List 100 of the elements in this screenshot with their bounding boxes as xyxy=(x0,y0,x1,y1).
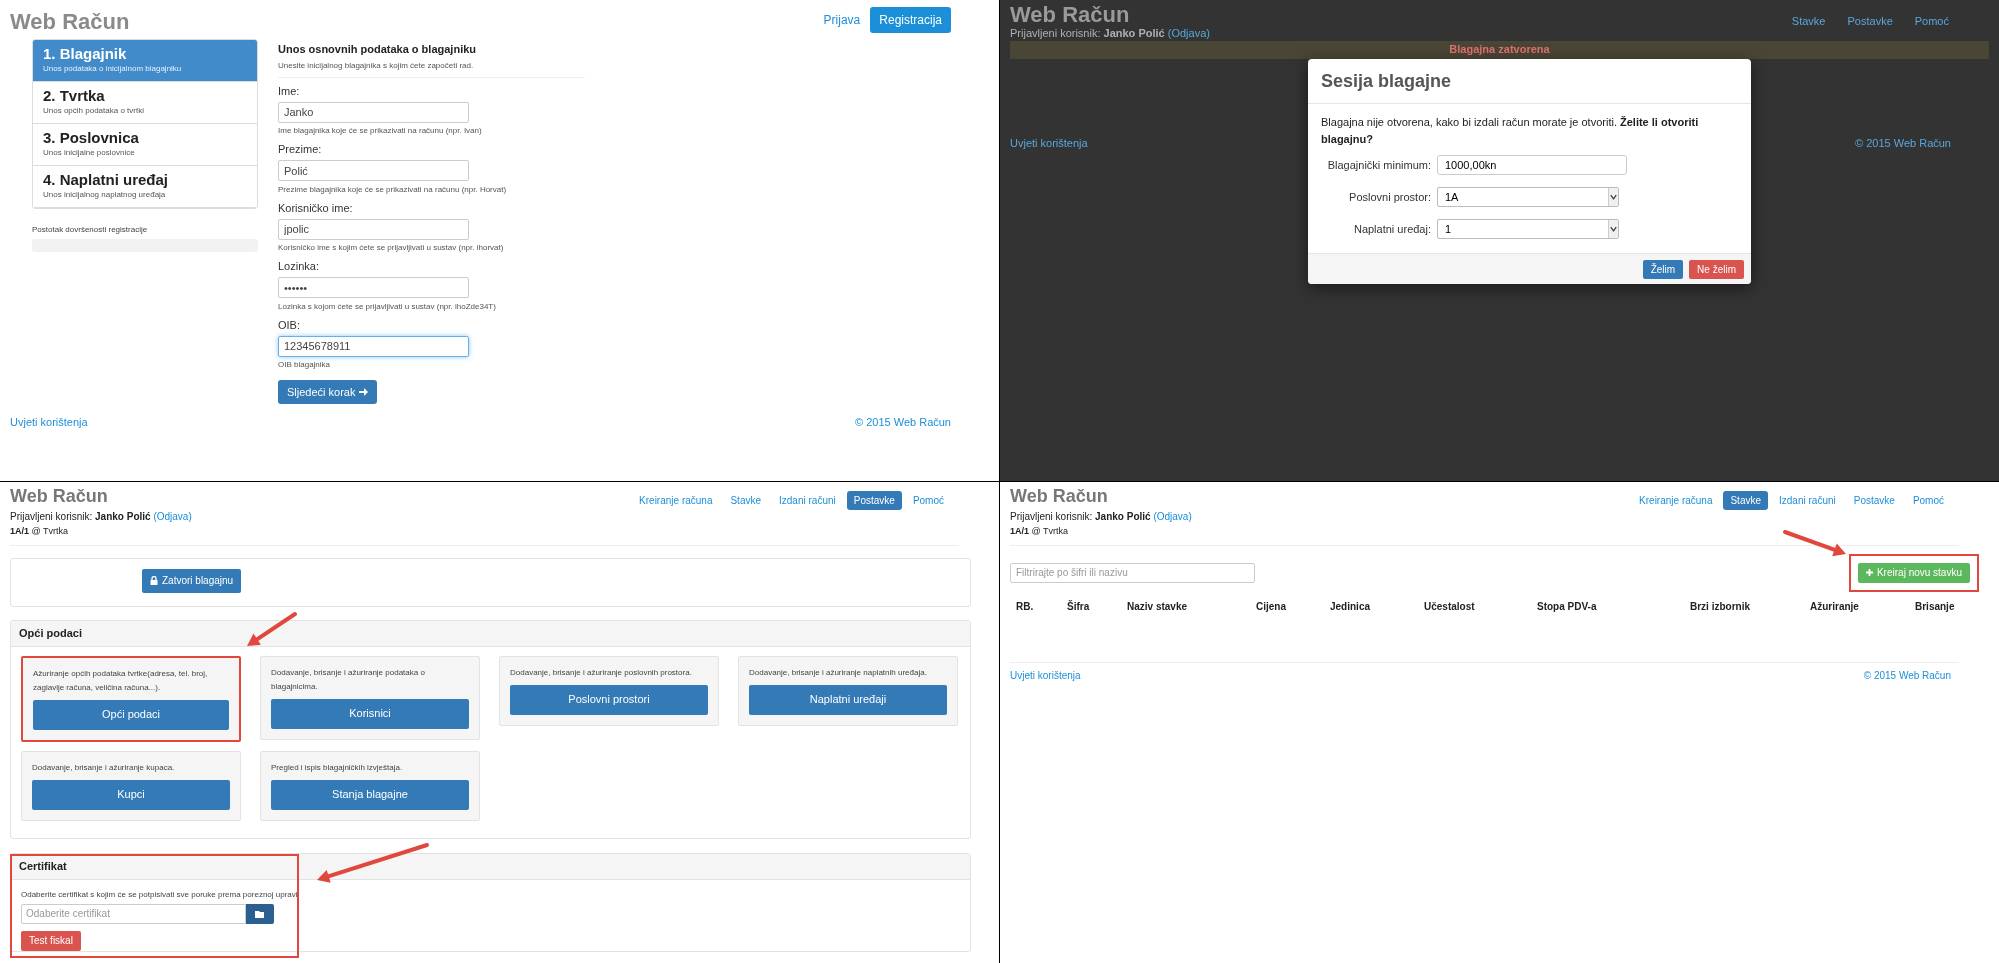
text-field[interactable]: 12345678911 xyxy=(278,335,469,357)
accept-button[interactable]: Želim xyxy=(1642,259,1684,279)
card-description: Dodavanje, brisanje i ažuriranje poslovnih prostora. xyxy=(510,666,693,679)
section-title: Certifikat xyxy=(19,858,67,874)
text-field[interactable]: •••••• xyxy=(278,277,469,298)
location-text: 1A/1 @ Tvrtka xyxy=(1010,525,1069,538)
nav-tab[interactable]: Pomoć xyxy=(1905,490,1951,510)
card-button[interactable]: Kupci xyxy=(32,779,230,810)
field-label: Prezime: xyxy=(278,142,323,156)
card-button[interactable]: Poslovni prostori xyxy=(510,684,708,715)
card-button[interactable]: Stanja blagajne xyxy=(271,779,469,810)
copyright-text: © 2015 Web Račun xyxy=(855,415,951,430)
decline-button[interactable]: Ne želim xyxy=(1689,259,1744,279)
user-label: Prijavljeni korisnik: xyxy=(10,511,93,522)
column-header: Brzi izbornik xyxy=(1690,599,1751,614)
nav-tab[interactable]: Stavke xyxy=(723,490,769,510)
app-title: Web Račun xyxy=(10,485,109,507)
certificate-description: Odaberite certifikat s kojim će se potpisivati sve poruke prema poreznoj upravi. xyxy=(21,888,301,901)
card-description: Dodavanje, brisanje i ažuriranje kupaca. xyxy=(32,761,176,774)
field-label: Ime: xyxy=(278,83,301,98)
terms-link[interactable]: Uvjeti korištenja xyxy=(10,414,88,431)
column-header: Učestalost xyxy=(1424,599,1476,614)
column-header: RB. xyxy=(1016,599,1035,614)
card-description: Dodavanje, brisanje i ažuriranje podataka o blagajnicima. xyxy=(271,666,426,693)
field-help: Prezime blagajnika koje će se prikazivati na računu (npr. Horvat) xyxy=(278,183,508,195)
field-label: Blagajnički minimum: xyxy=(1326,157,1432,173)
copyright-text: © 2015 Web Račun xyxy=(1855,136,1951,151)
select-field[interactable]: 1 xyxy=(1437,219,1619,239)
column-header: Ažuriranje xyxy=(1810,599,1860,614)
card-button[interactable]: Opći podaci xyxy=(33,699,229,730)
lock-icon xyxy=(150,576,158,585)
nav-tab[interactable]: Kreiranje računa xyxy=(632,490,720,510)
terms-link[interactable]: Uvjeti korištenja xyxy=(1010,667,1081,683)
field-label: Poslovni prostor: xyxy=(1348,189,1432,205)
field-label: OIB: xyxy=(278,317,301,332)
field-help: OIB blagajnika xyxy=(278,359,332,370)
nav-tab[interactable]: Pomoć xyxy=(905,490,951,510)
nav-tab[interactable]: Stavke xyxy=(1723,490,1769,510)
app-title: Web Račun xyxy=(10,8,130,36)
form-subheading: Unesite inicijalnog blagajnika s kojim ćete započeti rad. xyxy=(278,59,475,72)
nav-link[interactable]: Stavke xyxy=(1791,13,1826,40)
app-title: Web Račun xyxy=(1010,3,1131,27)
column-header: Jedinica xyxy=(1330,599,1372,614)
create-item-button[interactable]: Kreiraj novu stavku xyxy=(1857,562,1970,583)
card-button[interactable]: Korisnici xyxy=(271,698,469,729)
text-field[interactable]: jpolic xyxy=(278,218,469,240)
user-label: Prijavljeni korisnik: xyxy=(1010,27,1101,39)
app-title: Web Račun xyxy=(1010,485,1109,507)
logout-link[interactable]: (Odjava) xyxy=(1167,27,1210,39)
annotation-arrow xyxy=(247,611,297,646)
form-heading: Unos osnovnih podataka o blagajniku xyxy=(278,42,478,57)
browse-button[interactable] xyxy=(246,903,274,924)
logout-link[interactable]: (Odjava) xyxy=(1153,511,1192,522)
select-field[interactable]: 1A xyxy=(1437,187,1619,207)
user-name: Janko Polić xyxy=(1103,27,1165,39)
nav-link[interactable]: Postavke xyxy=(1847,13,1893,40)
column-header: Šifra xyxy=(1067,599,1091,614)
register-button[interactable]: Registracija xyxy=(870,7,951,33)
arrow-right-icon xyxy=(359,388,369,396)
field-label: Korisničko ime: xyxy=(278,200,354,215)
plus-icon xyxy=(1865,569,1873,576)
close-register-button[interactable]: Zatvori blagajnu xyxy=(142,568,242,593)
chevron-down-icon xyxy=(1608,188,1618,206)
section-title: Opći podaci xyxy=(19,625,82,641)
nav-tab[interactable]: Izdani računi xyxy=(1772,490,1843,510)
nav-tab[interactable]: Postavke xyxy=(1846,490,1902,510)
next-step-button[interactable]: Sljedeći korak xyxy=(278,380,378,404)
user-label: Prijavljeni korisnik: xyxy=(1010,511,1093,522)
modal-title: Sesija blagajne xyxy=(1321,71,1452,91)
column-header: Cijena xyxy=(1256,599,1287,614)
filter-field[interactable]: Filtrirajte po šifri ili nazivu xyxy=(1010,562,1255,583)
field-label: Lozinka: xyxy=(278,259,320,273)
nav-tab[interactable]: Izdani računi xyxy=(772,490,843,510)
text-field[interactable]: Polić xyxy=(278,160,469,181)
wizard-step[interactable]: 1. Blagajnik Unos podataka o inicijalnom blagajniku xyxy=(33,40,257,82)
nav-tab[interactable]: Postavke xyxy=(846,490,902,510)
test-fiscal-button[interactable]: Test fiskal xyxy=(21,930,81,951)
certificate-field[interactable]: Odaberite certifikat xyxy=(21,903,246,924)
text-field[interactable]: 1000,00kn xyxy=(1437,155,1627,175)
user-name: Janko Polić xyxy=(1095,511,1151,522)
card-description: Ažuriranje općih podataka tvrtke(adresa, tel. broj, zaglavlje računa, veličina računa...). xyxy=(33,667,209,694)
copyright-text: © 2015 Web Račun xyxy=(1863,668,1951,683)
nav-link[interactable]: Pomoć xyxy=(1914,13,1949,40)
card-description: Dodavanje, brisanje i ažuriranje naplatnih uređaja. xyxy=(749,666,928,679)
field-label: Naplatni uređaj: xyxy=(1352,221,1432,237)
annotation-arrow xyxy=(1783,530,1846,557)
login-link[interactable]: Prijava xyxy=(823,11,861,29)
text-field[interactable]: Janko xyxy=(278,101,469,123)
card-description: Pregled i ispis blagajničkih izvještaja. xyxy=(271,761,404,774)
folder-icon xyxy=(255,909,265,918)
modal-message: Blagajna nije otvorena, kako bi izdali račun morate je otvoriti. Želite li otvoriti blagajnu? xyxy=(1321,115,1700,147)
card-button[interactable]: Naplatni uređaji xyxy=(749,684,947,715)
logout-link[interactable]: (Odjava) xyxy=(153,511,192,522)
user-name: Janko Polić xyxy=(95,511,151,522)
nav-tab[interactable]: Kreiranje računa xyxy=(1632,490,1720,510)
column-header: Brisanje xyxy=(1915,599,1956,614)
terms-link[interactable]: Uvjeti korištenja xyxy=(1010,135,1088,152)
field-help: Lozinka s kojom ćete se prijavljivati u sustav (npr. ihoZde34T) xyxy=(278,300,497,312)
field-help: Korisničko ime s kojim ćete se prijavljivati u sustav (npr. ihorvat) xyxy=(278,242,505,253)
field-help: Ime blagajnika koje će se prikazivati na računu (npr. Ivan) xyxy=(278,125,483,136)
